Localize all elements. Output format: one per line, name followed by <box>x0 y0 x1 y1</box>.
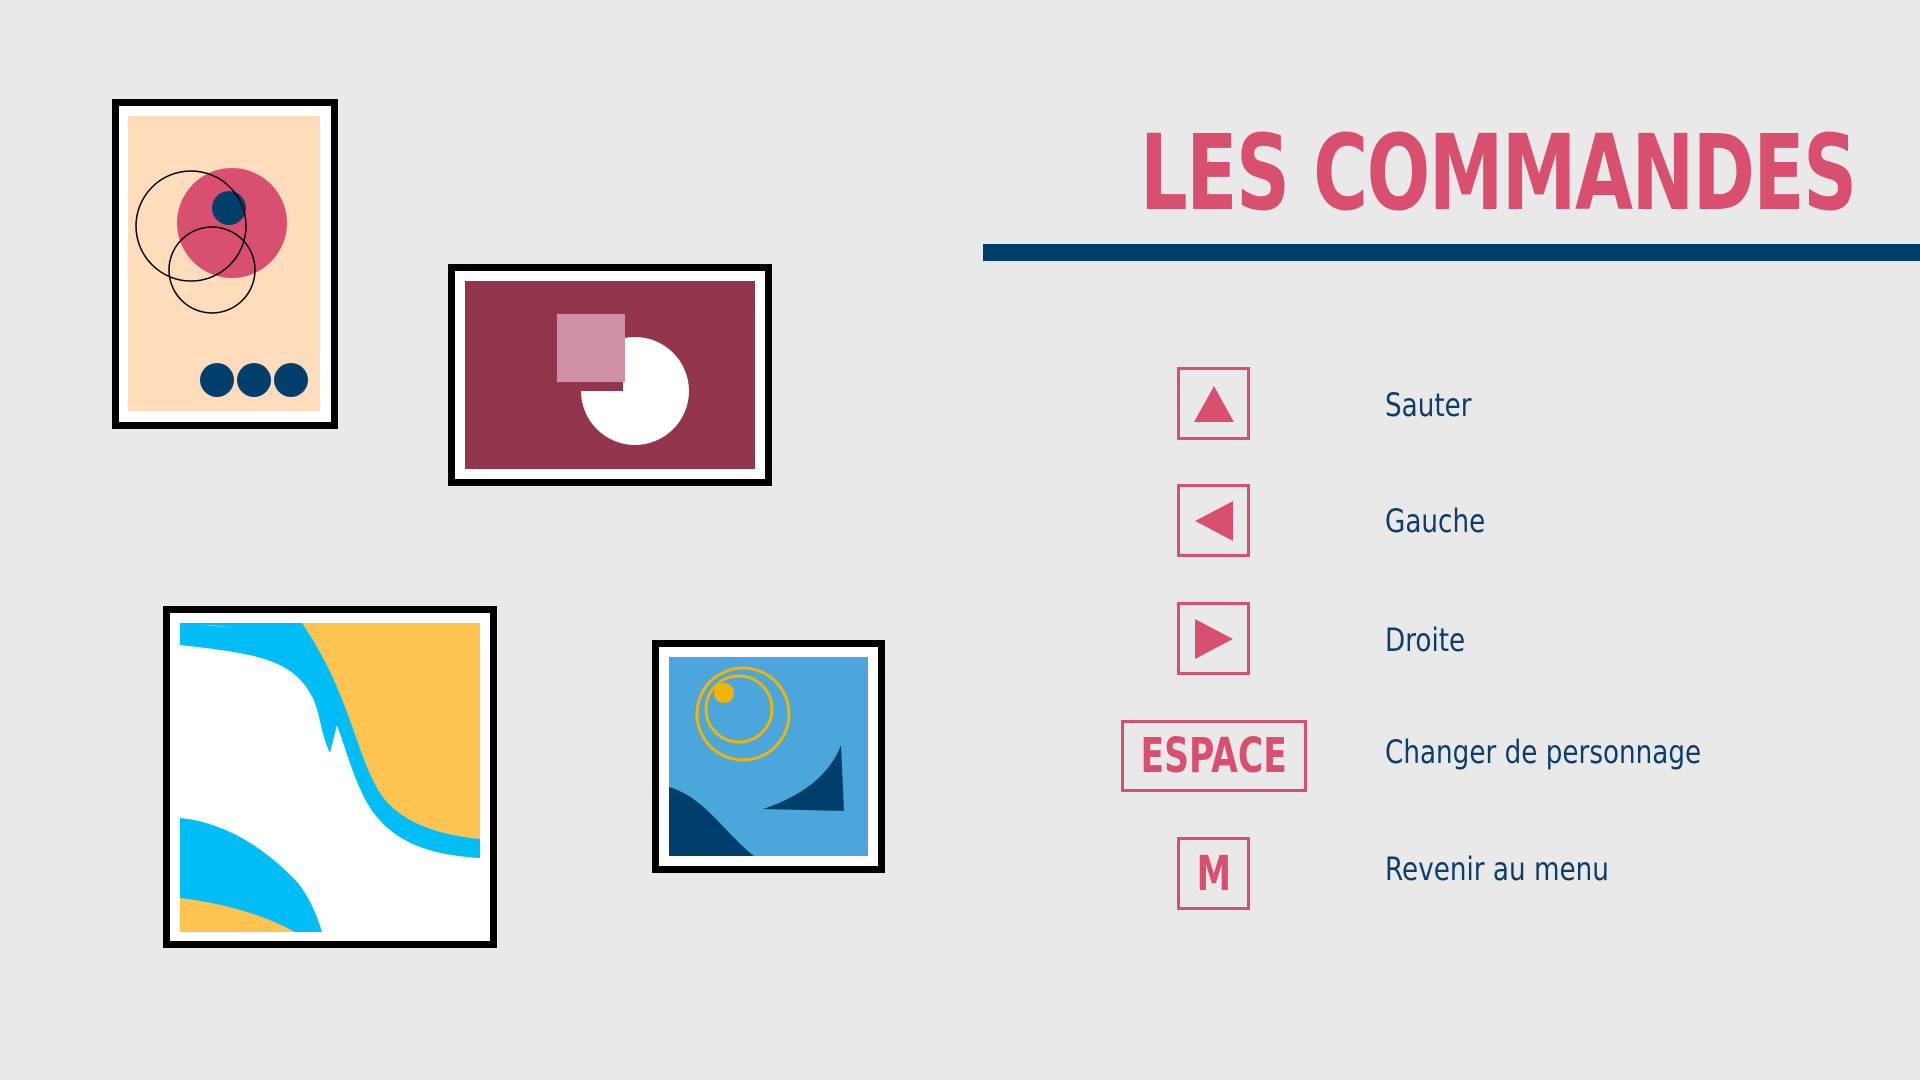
page-title: LES COMMANDES <box>1140 112 1857 234</box>
right-triangle-icon <box>1194 618 1233 659</box>
title-divider <box>983 244 1920 261</box>
control-label-switch-character: Changer de personnage <box>1385 733 1702 771</box>
abstract-waves-artwork <box>180 623 480 932</box>
art-frame-circles <box>112 99 338 429</box>
key-space: ESPACE <box>1121 720 1307 792</box>
up-triangle-icon <box>1193 385 1234 422</box>
art-frame-square-quarter <box>448 264 772 486</box>
key-space-label: ESPACE <box>1140 728 1288 784</box>
abstract-square-artwork <box>465 281 755 469</box>
abstract-circles-artwork <box>128 116 320 411</box>
control-label-right: Droite <box>1385 621 1466 659</box>
control-label-menu: Revenir au menu <box>1385 850 1609 888</box>
art-frame-sun-sea <box>652 640 885 873</box>
key-right-arrow <box>1177 602 1250 675</box>
control-label-jump: Sauter <box>1385 386 1472 424</box>
key-left-arrow <box>1177 484 1250 557</box>
art-frame-waves <box>163 606 497 948</box>
key-up-arrow <box>1177 367 1250 440</box>
key-m-label: M <box>1196 845 1231 902</box>
left-triangle-icon <box>1194 500 1233 541</box>
control-label-left: Gauche <box>1385 502 1486 540</box>
abstract-sun-artwork <box>669 657 868 856</box>
key-m: M <box>1177 837 1250 910</box>
